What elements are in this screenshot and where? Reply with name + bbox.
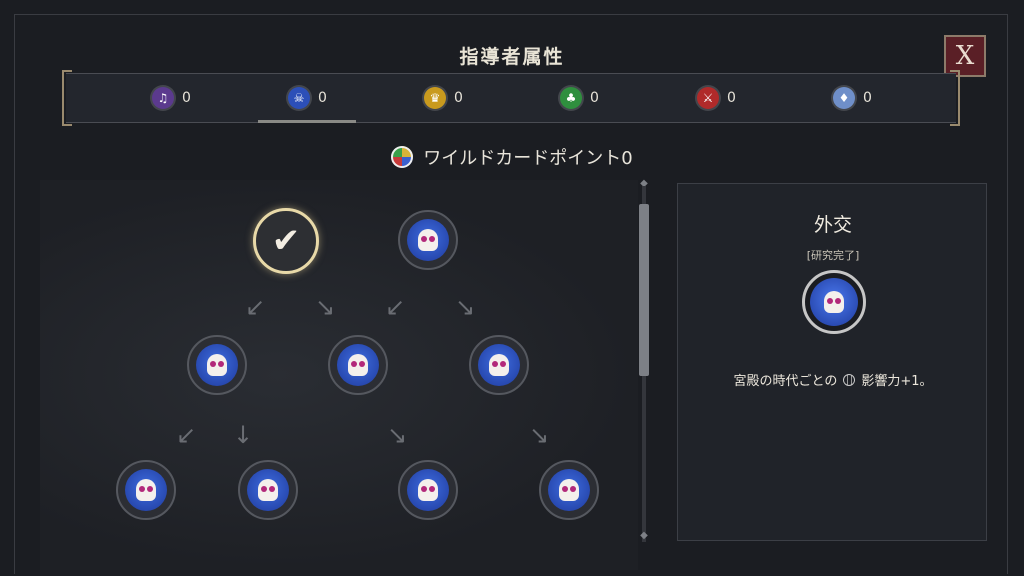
crown-icon: ♛ [424, 87, 446, 109]
attribute-skull[interactable]: ☠ 0 [288, 87, 327, 109]
detail-description: 宮殿の時代ごとの 影響力+1。 [678, 370, 988, 389]
detail-title: 外交 [813, 214, 852, 236]
science-icon: ♣ [560, 87, 582, 109]
arrow-down-right-icon: ↘ [528, 421, 550, 449]
arrow-down-right-icon: ↘ [386, 421, 408, 449]
attribute-faith[interactable]: ♦ 0 [833, 87, 872, 109]
attribute-bar: ♫ 0 ☠ 0 ♛ 0 ♣ 0 ⚔ 0 ♦ 0 [66, 73, 956, 123]
faith-icon: ♦ [833, 87, 855, 109]
checkmark-icon: ✔ [271, 221, 301, 261]
influence-icon [843, 373, 856, 386]
skill-node-icon-bg [548, 469, 590, 511]
skull-icon [559, 479, 579, 501]
skull-icon [418, 229, 438, 251]
skill-node[interactable] [187, 335, 247, 395]
skill-node-completed[interactable]: ✔ [253, 208, 319, 274]
arrow-down-left-icon: ↙ [175, 421, 197, 449]
wildcard-points-label: ワイルドカードポイント0 [423, 148, 633, 169]
skill-node[interactable] [328, 335, 388, 395]
arrow-down-right-icon: ↘ [454, 293, 476, 321]
scrollbar-thumb[interactable] [639, 204, 649, 376]
skill-node[interactable] [398, 210, 458, 270]
arrow-down-right-icon: ↘ [314, 293, 336, 321]
skill-node[interactable] [398, 460, 458, 520]
skull-icon [489, 354, 509, 376]
scroll-down-icon[interactable]: ◆ [638, 530, 650, 542]
skill-node[interactable] [116, 460, 176, 520]
skill-node[interactable] [539, 460, 599, 520]
attribute-skull-value: 0 [318, 90, 327, 106]
attribute-crown[interactable]: ♛ 0 [424, 87, 463, 109]
skill-node-icon-bg [337, 344, 379, 386]
page-title: 指導者属性 [459, 46, 565, 68]
skill-node[interactable] [238, 460, 298, 520]
detail-node [802, 270, 866, 334]
skull-icon [258, 479, 278, 501]
skill-node-icon-bg [125, 469, 167, 511]
military-icon: ⚔ [697, 87, 719, 109]
attribute-science-value: 0 [590, 90, 599, 106]
skull-icon [418, 479, 438, 501]
skill-node[interactable] [469, 335, 529, 395]
attribute-military[interactable]: ⚔ 0 [697, 87, 736, 109]
wildcard-points: ワイルドカードポイント0 [0, 144, 1024, 170]
wildcard-icon [391, 146, 414, 168]
skull-icon: ☠ [288, 87, 310, 109]
attribute-science[interactable]: ♣ 0 [560, 87, 599, 109]
arrow-down-left-icon: ↙ [244, 293, 266, 321]
detail-panel: 外交 [研究完了] 宮殿の時代ごとの 影響力+1。 [677, 183, 987, 541]
attribute-music-value: 0 [182, 90, 191, 106]
skill-node-icon-bg [247, 469, 289, 511]
attribute-crown-value: 0 [454, 90, 463, 106]
detail-description-prefix: 宮殿の時代ごとの [733, 374, 838, 389]
arrow-down-left-icon: ↙ [384, 293, 406, 321]
detail-status: [研究完了] [806, 249, 860, 262]
skill-node-icon-bg [407, 219, 449, 261]
selected-tab-indicator [258, 120, 356, 123]
detail-description-suffix: 影響力+1。 [861, 374, 933, 389]
skill-node-icon-bg [478, 344, 520, 386]
arrow-down-icon: ↓ [232, 421, 254, 449]
skill-node-icon-bg [196, 344, 238, 386]
skull-icon [207, 354, 227, 376]
attribute-faith-value: 0 [863, 90, 872, 106]
skull-icon [824, 291, 844, 313]
attribute-military-value: 0 [727, 90, 736, 106]
skull-icon [348, 354, 368, 376]
detail-node-icon-bg [810, 278, 858, 326]
music-note-icon: ♫ [152, 87, 174, 109]
attribute-music[interactable]: ♫ 0 [152, 87, 191, 109]
skull-icon [136, 479, 156, 501]
skill-node-icon-bg [407, 469, 449, 511]
